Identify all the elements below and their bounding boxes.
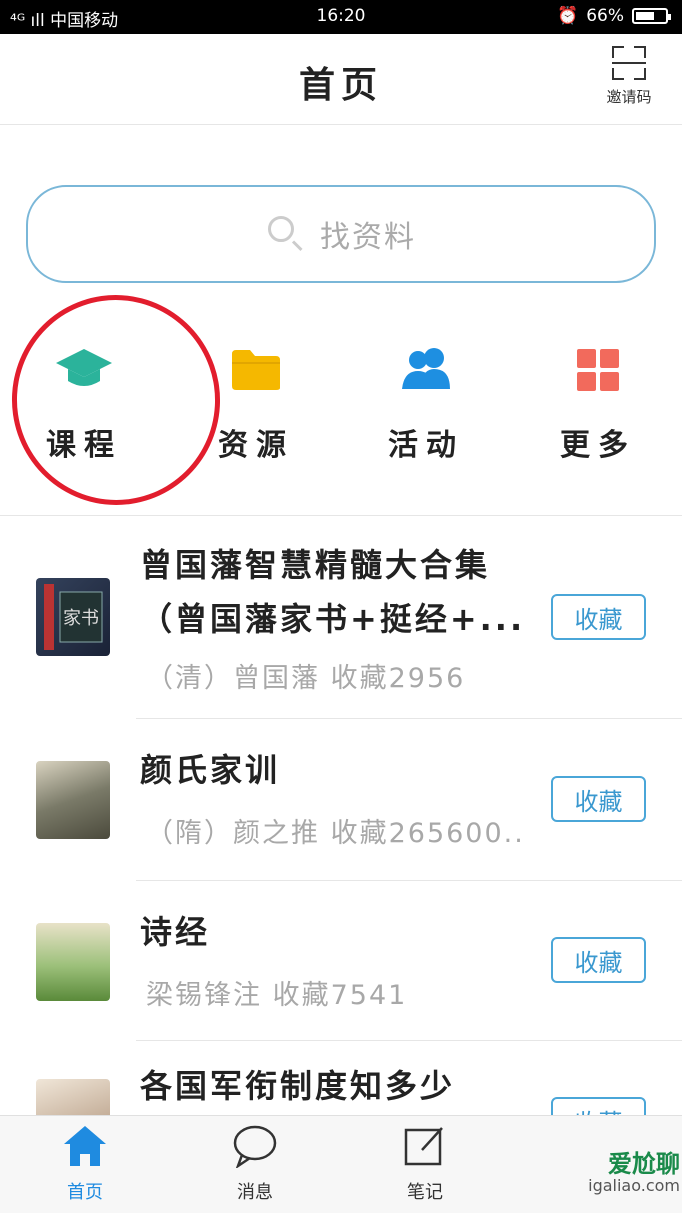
nav-item-activities[interactable]: 活动 — [366, 340, 486, 464]
svg-text:家书: 家书 — [63, 608, 99, 629]
scan-icon — [612, 46, 646, 80]
people-icon — [366, 340, 486, 400]
watermark-logo: 爱尬聊 igaliao.com — [520, 1140, 680, 1206]
nav-label: 资源 — [218, 428, 294, 463]
tab-label: 消息 — [237, 1182, 273, 1203]
tab-label: 首页 — [67, 1182, 103, 1203]
collect-button[interactable]: 收藏 — [551, 1097, 646, 1115]
list-item[interactable]: 家书 曾国藩智慧精髓大合集（曾国藩家书+挺经+... （清）曾国藩 收藏2956… — [0, 516, 682, 719]
category-nav: 课程 资源 活动 更多 — [0, 340, 682, 470]
list-item[interactable]: 诗经 梁锡锋注 收藏7541 收藏 — [0, 881, 682, 1041]
nav-label: 更多 — [560, 428, 636, 463]
tab-notes[interactable]: 笔记 — [370, 1124, 480, 1204]
tab-home[interactable]: 首页 — [30, 1124, 140, 1204]
list-item[interactable]: 各国军衔制度知多少 收藏 — [0, 1041, 682, 1115]
collect-button[interactable]: 收藏 — [551, 776, 646, 822]
list-item[interactable]: 颜氏家训 （隋）颜之推 收藏265600... 收藏 — [0, 719, 682, 881]
search-bar[interactable]: 找资料 — [26, 185, 656, 283]
tab-label: 笔记 — [407, 1182, 443, 1203]
item-subtitle: （隋）颜之推 收藏265600... — [146, 818, 526, 849]
item-title: 各国军衔制度知多少 — [140, 1067, 456, 1105]
page-title: 首页 — [298, 65, 383, 106]
header: 首页 邀请码 — [0, 34, 682, 125]
watermark-brand: 爱尬聊 — [608, 1150, 680, 1178]
alarm-icon: ⏰ — [557, 6, 579, 26]
invite-code-label: 邀请码 — [606, 88, 652, 106]
watermark-url: igaliao.com — [588, 1176, 680, 1195]
item-subtitle: （清）曾国藩 收藏2956 — [146, 663, 466, 694]
nav-label: 活动 — [388, 428, 464, 463]
note-icon — [404, 1127, 443, 1166]
grid-icon — [538, 340, 658, 400]
graduation-cap-icon — [24, 340, 144, 400]
book-cover — [36, 923, 110, 1001]
tab-messages[interactable]: 消息 — [200, 1124, 310, 1204]
battery-percent: 66% — [586, 6, 624, 26]
book-cover: 家书 — [36, 578, 110, 656]
collect-button[interactable]: 收藏 — [551, 594, 646, 640]
nav-item-courses[interactable]: 课程 — [24, 340, 144, 464]
folder-icon — [196, 340, 316, 400]
invite-code-button[interactable]: 邀请码 — [596, 46, 662, 107]
item-title: 诗经 — [140, 913, 211, 951]
chat-icon — [233, 1125, 277, 1170]
nav-item-resources[interactable]: 资源 — [196, 340, 316, 464]
item-subtitle: 梁锡锋注 收藏7541 — [146, 980, 408, 1011]
book-cover — [36, 1079, 110, 1115]
home-icon — [64, 1126, 106, 1166]
search-icon — [266, 214, 306, 254]
nav-item-more[interactable]: 更多 — [538, 340, 658, 464]
nav-label: 课程 — [46, 428, 122, 463]
item-title: 曾国藩智慧精髓大合集（曾国藩家书+挺经+... — [140, 546, 526, 638]
item-title: 颜氏家训 — [140, 751, 281, 789]
book-cover — [36, 761, 110, 839]
search-placeholder: 找资料 — [320, 220, 416, 255]
status-bar: ⁴ᴳ ıll 中国移动 16:20 ⏰ 66% — [0, 0, 682, 34]
battery-icon — [632, 8, 671, 24]
collect-button[interactable]: 收藏 — [551, 937, 646, 983]
